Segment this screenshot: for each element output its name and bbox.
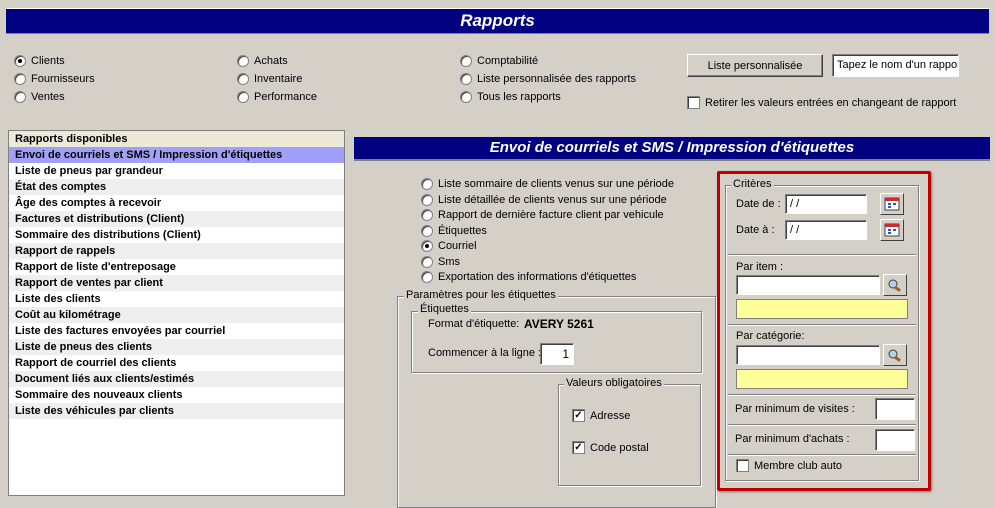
checkbox-box[interactable]: [736, 459, 749, 472]
by-category-label: Par catégorie:: [736, 330, 805, 342]
start-line-label: Commencer à la ligne :: [428, 347, 542, 359]
mandatory-values-legend: Valeurs obligatoires: [564, 377, 664, 389]
start-line-input[interactable]: 1: [540, 343, 574, 365]
date-to-calendar-button[interactable]: [880, 219, 904, 241]
by-item-search-button[interactable]: [883, 274, 907, 296]
radio-tous-rapports[interactable]: Tous les rapports: [460, 91, 561, 103]
clear-values-checkbox[interactable]: Retirer les valeurs entrées en changeant…: [687, 96, 956, 109]
etiquettes-legend: Étiquettes: [418, 303, 471, 315]
criteria-separator: [728, 424, 916, 426]
list-item[interactable]: Rapport de ventes par client: [9, 275, 344, 291]
date-to-label: Date à :: [736, 224, 775, 236]
radio-dot[interactable]: [421, 209, 433, 221]
option-exportation[interactable]: Exportation des informations d'étiquette…: [421, 271, 636, 283]
date-from-input[interactable]: / /: [785, 194, 867, 214]
mandatory-values-group: [558, 384, 701, 486]
radio-comptabilite[interactable]: Comptabilité: [460, 55, 538, 67]
min-visits-input[interactable]: [875, 398, 915, 420]
radio-dot[interactable]: [237, 73, 249, 85]
window-title: Rapports: [6, 8, 989, 34]
postal-code-checkbox[interactable]: ✓ Code postal: [572, 441, 649, 454]
by-item-input[interactable]: [736, 275, 880, 295]
search-icon: [888, 279, 901, 292]
list-item[interactable]: Rapport de courriel des clients: [9, 355, 344, 371]
option-courriel[interactable]: Courriel: [421, 240, 477, 252]
radio-dot[interactable]: [421, 271, 433, 283]
radio-dot[interactable]: [14, 55, 26, 67]
label-params-legend: Paramètres pour les étiquettes: [404, 289, 558, 301]
radio-clients[interactable]: Clients: [14, 55, 65, 67]
list-item[interactable]: Liste des clients: [9, 291, 344, 307]
format-value: AVERY 5261: [524, 317, 594, 331]
criteria-legend: Critères: [731, 178, 774, 190]
report-name-input[interactable]: Tapez le nom d'un rapport: [832, 54, 959, 77]
min-visits-label: Par minimum de visites :: [735, 403, 855, 415]
option-liste-sommaire[interactable]: Liste sommaire de clients venus sur une …: [421, 178, 674, 190]
date-to-input[interactable]: / /: [785, 220, 867, 240]
list-item[interactable]: Document liés aux clients/estimés: [9, 371, 344, 387]
radio-dot[interactable]: [421, 240, 433, 252]
radio-dot[interactable]: [237, 91, 249, 103]
by-category-input[interactable]: [736, 345, 880, 365]
list-item[interactable]: Rapport de rappels: [9, 243, 344, 259]
option-etiquettes[interactable]: Étiquettes: [421, 225, 487, 237]
radio-dot[interactable]: [421, 178, 433, 190]
format-label: Format d'étiquette:: [428, 318, 520, 330]
radio-dot[interactable]: [14, 91, 26, 103]
by-category-description: [736, 369, 908, 389]
radio-liste-personnalisee[interactable]: Liste personnalisée des rapports: [460, 73, 636, 85]
address-checkbox[interactable]: ✓ Adresse: [572, 409, 630, 422]
list-item[interactable]: Sommaire des distributions (Client): [9, 227, 344, 243]
min-purchases-label: Par minimum d'achats :: [735, 433, 850, 445]
reports-list[interactable]: Rapports disponibles Envoi de courriels …: [8, 130, 345, 496]
list-item[interactable]: Sommaire des nouveaux clients: [9, 387, 344, 403]
criteria-separator: [728, 254, 916, 256]
radio-dot[interactable]: [460, 91, 472, 103]
club-member-checkbox[interactable]: Membre club auto: [736, 459, 842, 472]
radio-dot[interactable]: [460, 73, 472, 85]
radio-dot[interactable]: [421, 225, 433, 237]
calendar-icon: [884, 223, 900, 237]
by-item-description: [736, 299, 908, 319]
custom-list-button[interactable]: Liste personnalisée: [687, 54, 823, 77]
list-item[interactable]: État des comptes: [9, 179, 344, 195]
list-item[interactable]: Rapport de liste d'entreposage: [9, 259, 344, 275]
list-item[interactable]: Liste des véhicules par clients: [9, 403, 344, 419]
checkbox-box[interactable]: ✓: [572, 409, 585, 422]
list-item[interactable]: Liste des factures envoyées par courriel: [9, 323, 344, 339]
criteria-separator: [728, 394, 916, 396]
min-purchases-input[interactable]: [875, 429, 915, 451]
radio-dot[interactable]: [14, 73, 26, 85]
checkbox-box[interactable]: ✓: [572, 441, 585, 454]
list-item[interactable]: Liste de pneus des clients: [9, 339, 344, 355]
search-icon: [888, 349, 901, 362]
reports-list-header: Rapports disponibles: [9, 131, 344, 147]
radio-dot[interactable]: [421, 256, 433, 268]
radio-fournisseurs[interactable]: Fournisseurs: [14, 73, 95, 85]
radio-dot[interactable]: [237, 55, 249, 67]
radio-performance[interactable]: Performance: [237, 91, 317, 103]
by-category-search-button[interactable]: [883, 344, 907, 366]
radio-dot[interactable]: [421, 193, 433, 206]
radio-achats[interactable]: Achats: [237, 55, 288, 67]
by-item-label: Par item :: [736, 261, 784, 273]
checkbox-box[interactable]: [687, 96, 700, 109]
list-item[interactable]: Factures et distributions (Client): [9, 211, 344, 227]
criteria-separator: [728, 324, 916, 326]
detail-title: Envoi de courriels et SMS / Impression d…: [354, 137, 990, 161]
option-derniere-facture[interactable]: Rapport de dernière facture client par v…: [421, 209, 664, 221]
calendar-icon: [884, 197, 900, 211]
list-item[interactable]: Âge des comptes à recevoir: [9, 195, 344, 211]
date-from-calendar-button[interactable]: [880, 193, 904, 215]
criteria-separator: [728, 454, 916, 456]
radio-ventes[interactable]: Ventes: [14, 91, 65, 103]
list-item[interactable]: Envoi de courriels et SMS / Impression d…: [9, 147, 344, 163]
list-item[interactable]: Liste de pneus par grandeur: [9, 163, 344, 179]
option-sms[interactable]: Sms: [421, 256, 460, 268]
radio-dot[interactable]: [460, 55, 472, 67]
radio-inventaire[interactable]: Inventaire: [237, 73, 302, 85]
option-liste-detaillee[interactable]: Liste détaillée de clients venus sur une…: [421, 193, 667, 206]
date-from-label: Date de :: [736, 198, 781, 210]
list-item[interactable]: Coût au kilométrage: [9, 307, 344, 323]
